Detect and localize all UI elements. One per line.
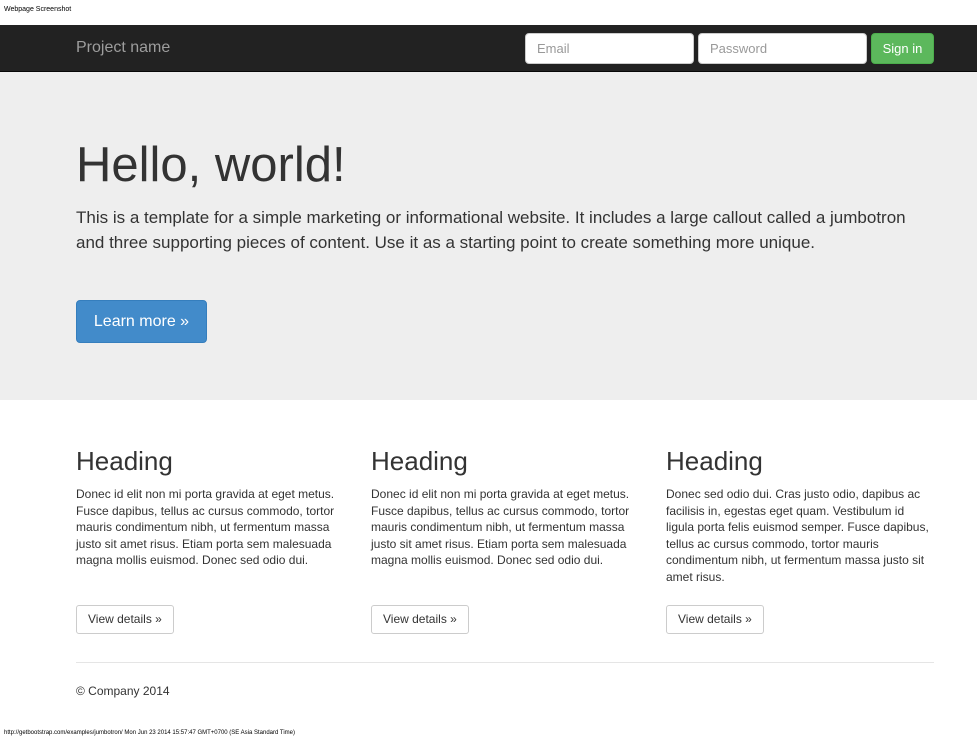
footer-copyright: © Company 2014 (76, 684, 170, 698)
jumbotron-title: Hello, world! (76, 138, 346, 192)
navbar: Project name Sign in (0, 25, 977, 72)
brand-link[interactable]: Project name (76, 39, 170, 57)
learn-more-button[interactable]: Learn more » (76, 300, 207, 343)
print-header: Webpage Screenshot (4, 6, 72, 13)
email-input[interactable] (525, 33, 694, 64)
column-heading: Heading (371, 446, 468, 476)
content-column-3: Heading Donec sed odio dui. Cras justo o… (666, 445, 934, 634)
column-text: Donec id elit non mi porta gravida at eg… (76, 487, 335, 567)
view-details-button[interactable]: View details » (76, 605, 174, 634)
footer-divider (76, 662, 934, 663)
view-details-button[interactable]: View details » (371, 605, 469, 634)
content-column-1: Heading Donec id elit non mi porta gravi… (76, 445, 344, 634)
password-input[interactable] (698, 33, 867, 64)
sign-in-button[interactable]: Sign in (871, 33, 934, 64)
column-heading: Heading (76, 446, 173, 476)
print-footer: http://getbootstrap.com/examples/jumbotr… (4, 730, 295, 736)
column-heading: Heading (666, 446, 763, 476)
view-details-button[interactable]: View details » (666, 605, 764, 634)
column-text: Donec sed odio dui. Cras justo odio, dap… (666, 487, 929, 584)
column-text: Donec id elit non mi porta gravida at eg… (371, 487, 630, 567)
jumbotron-text: This is a template for a simple marketin… (76, 208, 906, 252)
content-column-2: Heading Donec id elit non mi porta gravi… (371, 445, 639, 634)
jumbotron: Hello, world! This is a template for a s… (0, 72, 977, 400)
